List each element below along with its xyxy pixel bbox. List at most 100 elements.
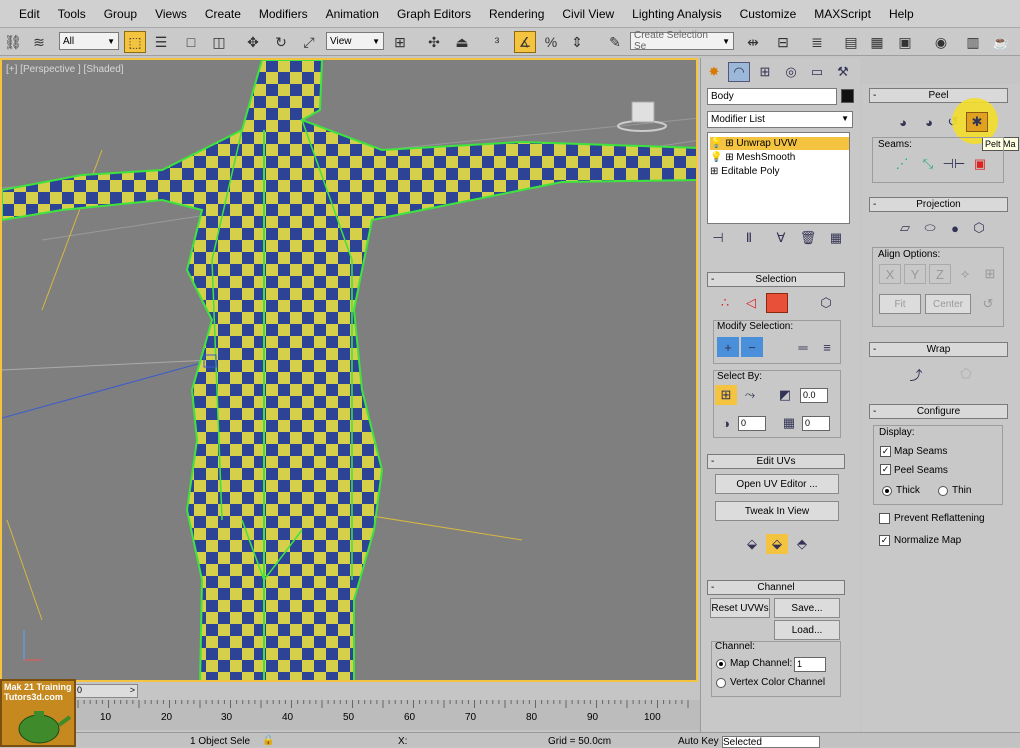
key-filter-dropdown[interactable]: Selected <box>722 736 820 748</box>
menu-customize[interactable]: Customize <box>731 7 806 21</box>
map-channel-radio[interactable] <box>716 659 726 669</box>
modifier-list-dropdown[interactable]: Modifier List ▼ <box>707 111 853 128</box>
menu-modifiers[interactable]: Modifiers <box>250 7 317 21</box>
lightbulb-icon[interactable]: 💡 <box>710 152 722 163</box>
rect-selection-icon[interactable]: □ <box>180 31 202 53</box>
lscm-peel-icon[interactable]: ◕ <box>918 112 940 132</box>
select-by-element-icon[interactable]: ⊞ <box>715 385 737 405</box>
select-object-icon[interactable]: ⬚ <box>124 31 146 53</box>
hierarchy-tab-icon[interactable]: ⊞ <box>754 62 776 82</box>
auto-key-button[interactable]: Auto Key <box>678 736 719 747</box>
map-channel-spinner[interactable]: 1 <box>794 657 826 672</box>
menu-tools[interactable]: Tools <box>49 7 95 21</box>
box-map-icon[interactable]: ⬡ <box>968 218 990 238</box>
menu-group[interactable]: Group <box>95 7 146 21</box>
show-end-result-icon[interactable]: Ⅱ <box>738 228 760 248</box>
cylindrical-map-icon[interactable]: ⬭ <box>919 218 941 238</box>
map-seams-checkbox[interactable]: ✓ <box>880 446 891 457</box>
align-x-icon[interactable]: X <box>879 264 901 284</box>
curve-editor-icon[interactable]: ▦ <box>866 31 888 53</box>
thin-radio[interactable] <box>938 486 948 496</box>
fit-button[interactable]: Fit <box>879 294 921 314</box>
loop-icon[interactable]: ═ <box>792 337 814 357</box>
align-z-icon[interactable]: Z <box>929 264 951 284</box>
snaps-toggle-icon[interactable]: ³ <box>486 31 508 53</box>
wrap-rollout-header[interactable]: - Wrap <box>869 342 1008 357</box>
link-icon[interactable]: ⛓ <box>2 31 24 53</box>
polygon-mode-icon[interactable] <box>766 293 788 313</box>
planar-map-icon[interactable]: ▱ <box>894 218 916 238</box>
align-best-icon[interactable]: ⟡ <box>954 264 976 284</box>
lightbulb-icon[interactable]: 💡 <box>710 138 722 149</box>
unfold-strip-icon[interactable]: ⬠ <box>955 364 977 384</box>
smgroup-spinner[interactable]: 0 <box>738 416 766 431</box>
make-unique-icon[interactable]: ∀ <box>770 228 792 248</box>
display-tab-icon[interactable]: ▭ <box>806 62 828 82</box>
menu-create[interactable]: Create <box>196 7 250 21</box>
shrink-selection-icon[interactable]: − <box>741 337 763 357</box>
select-by-matid-icon[interactable]: ▦ <box>778 413 800 433</box>
scale-icon[interactable]: ⤢ <box>298 31 320 53</box>
window-crossing-icon[interactable]: ◫ <box>208 31 230 53</box>
selection-filter-dropdown[interactable]: All ▼ <box>59 32 119 50</box>
menu-views[interactable]: Views <box>146 7 196 21</box>
pelt-map-icon[interactable]: ✱ <box>966 112 988 132</box>
align-view-icon[interactable]: ⊞ <box>979 264 1001 284</box>
modify-tab-icon[interactable]: ◠ <box>728 62 750 82</box>
prevent-reflattening-checkbox[interactable] <box>879 513 890 524</box>
ref-coord-dropdown[interactable]: View ▼ <box>326 32 384 50</box>
select-by-smgroup-icon[interactable]: ◑ <box>715 413 737 433</box>
load-button[interactable]: Load... <box>774 620 840 640</box>
mirror-icon[interactable]: ⇹ <box>742 31 764 53</box>
ring-icon[interactable]: ≡ <box>816 337 838 357</box>
menu-graph-editors[interactable]: Graph Editors <box>388 7 480 21</box>
stack-item-meshsmooth[interactable]: 💡 ⊞ MeshSmooth <box>710 151 795 164</box>
create-tab-icon[interactable]: ✸ <box>703 62 725 82</box>
keyboard-shortcut-icon[interactable]: ⏏ <box>451 31 473 53</box>
select-by-name-icon[interactable]: ☰ <box>150 31 172 53</box>
save-button[interactable]: Save... <box>774 598 840 618</box>
reset-align-icon[interactable]: ↺ <box>977 294 999 314</box>
material-editor-icon[interactable]: ◉ <box>930 31 952 53</box>
configure-rollout-header[interactable]: - Configure <box>869 404 1008 419</box>
expand-seams-icon[interactable]: ▣ <box>969 154 991 174</box>
timeline-track[interactable]: 10 20 30 40 50 60 70 80 90 100 <box>74 700 700 730</box>
quick-planar-map-icon[interactable]: ⬙ <box>766 534 788 554</box>
utilities-tab-icon[interactable]: ⚒ <box>832 62 854 82</box>
point-to-point-seam-icon[interactable]: ⤡ <box>917 154 939 174</box>
quick-peel-icon[interactable]: ◕ <box>892 112 914 132</box>
render-setup-icon[interactable]: ▥ <box>962 31 984 53</box>
select-manipulate-icon[interactable]: ✣ <box>423 31 445 53</box>
channel-rollout-header[interactable]: - Channel <box>707 580 845 595</box>
angle-spinner[interactable]: 0.0 <box>800 388 828 403</box>
edge-mode-icon[interactable]: ◁ <box>740 293 762 313</box>
render-icon[interactable]: ☕ <box>990 31 1012 53</box>
object-name-field[interactable]: Body <box>707 88 837 105</box>
remove-modifier-icon[interactable]: 🗑 <box>797 228 819 248</box>
spline-map-icon[interactable]: ⤴ <box>905 364 927 384</box>
edit-named-sel-icon[interactable]: ✎ <box>604 31 626 53</box>
graphite-icon[interactable]: ▤ <box>840 31 862 53</box>
ignore-backfacing-icon[interactable]: ⤳ <box>739 385 761 405</box>
planar-angle-icon[interactable]: ◩ <box>774 385 796 405</box>
menu-edit[interactable]: Edit <box>10 7 49 21</box>
stack-item-unwrap-uvw[interactable]: 💡 ⊞ Unwrap UVW <box>710 137 849 150</box>
named-selection-dropdown[interactable]: Create Selection Se ▼ <box>630 30 734 52</box>
angle-snap-icon[interactable]: ∡ <box>514 31 536 53</box>
align-y-icon[interactable]: Y <box>904 264 926 284</box>
reset-uvws-button[interactable]: Reset UVWs <box>710 598 770 618</box>
edit-uvs-rollout-header[interactable]: - Edit UVs <box>707 454 845 469</box>
lock-icon[interactable]: 🔒 <box>262 735 274 746</box>
open-uv-editor-button[interactable]: Open UV Editor ... <box>715 474 839 494</box>
move-icon[interactable]: ✥ <box>242 31 264 53</box>
tweak-in-view-button[interactable]: Tweak In View <box>715 501 839 521</box>
stack-item-editable-poly[interactable]: ⊞ Editable Poly <box>710 165 780 178</box>
menu-animation[interactable]: Animation <box>317 7 388 21</box>
spinner-snap-icon[interactable]: ⇕ <box>566 31 588 53</box>
quick-planar-align-icon[interactable]: ⬘ <box>791 534 813 554</box>
peel-seams-checkbox[interactable]: ✓ <box>880 464 891 475</box>
center-button[interactable]: Center <box>925 294 971 314</box>
menu-maxscript[interactable]: MAXScript <box>805 7 880 21</box>
percent-snap-icon[interactable]: % <box>540 31 562 53</box>
quick-planar-icon[interactable]: ⬙ <box>741 534 763 554</box>
